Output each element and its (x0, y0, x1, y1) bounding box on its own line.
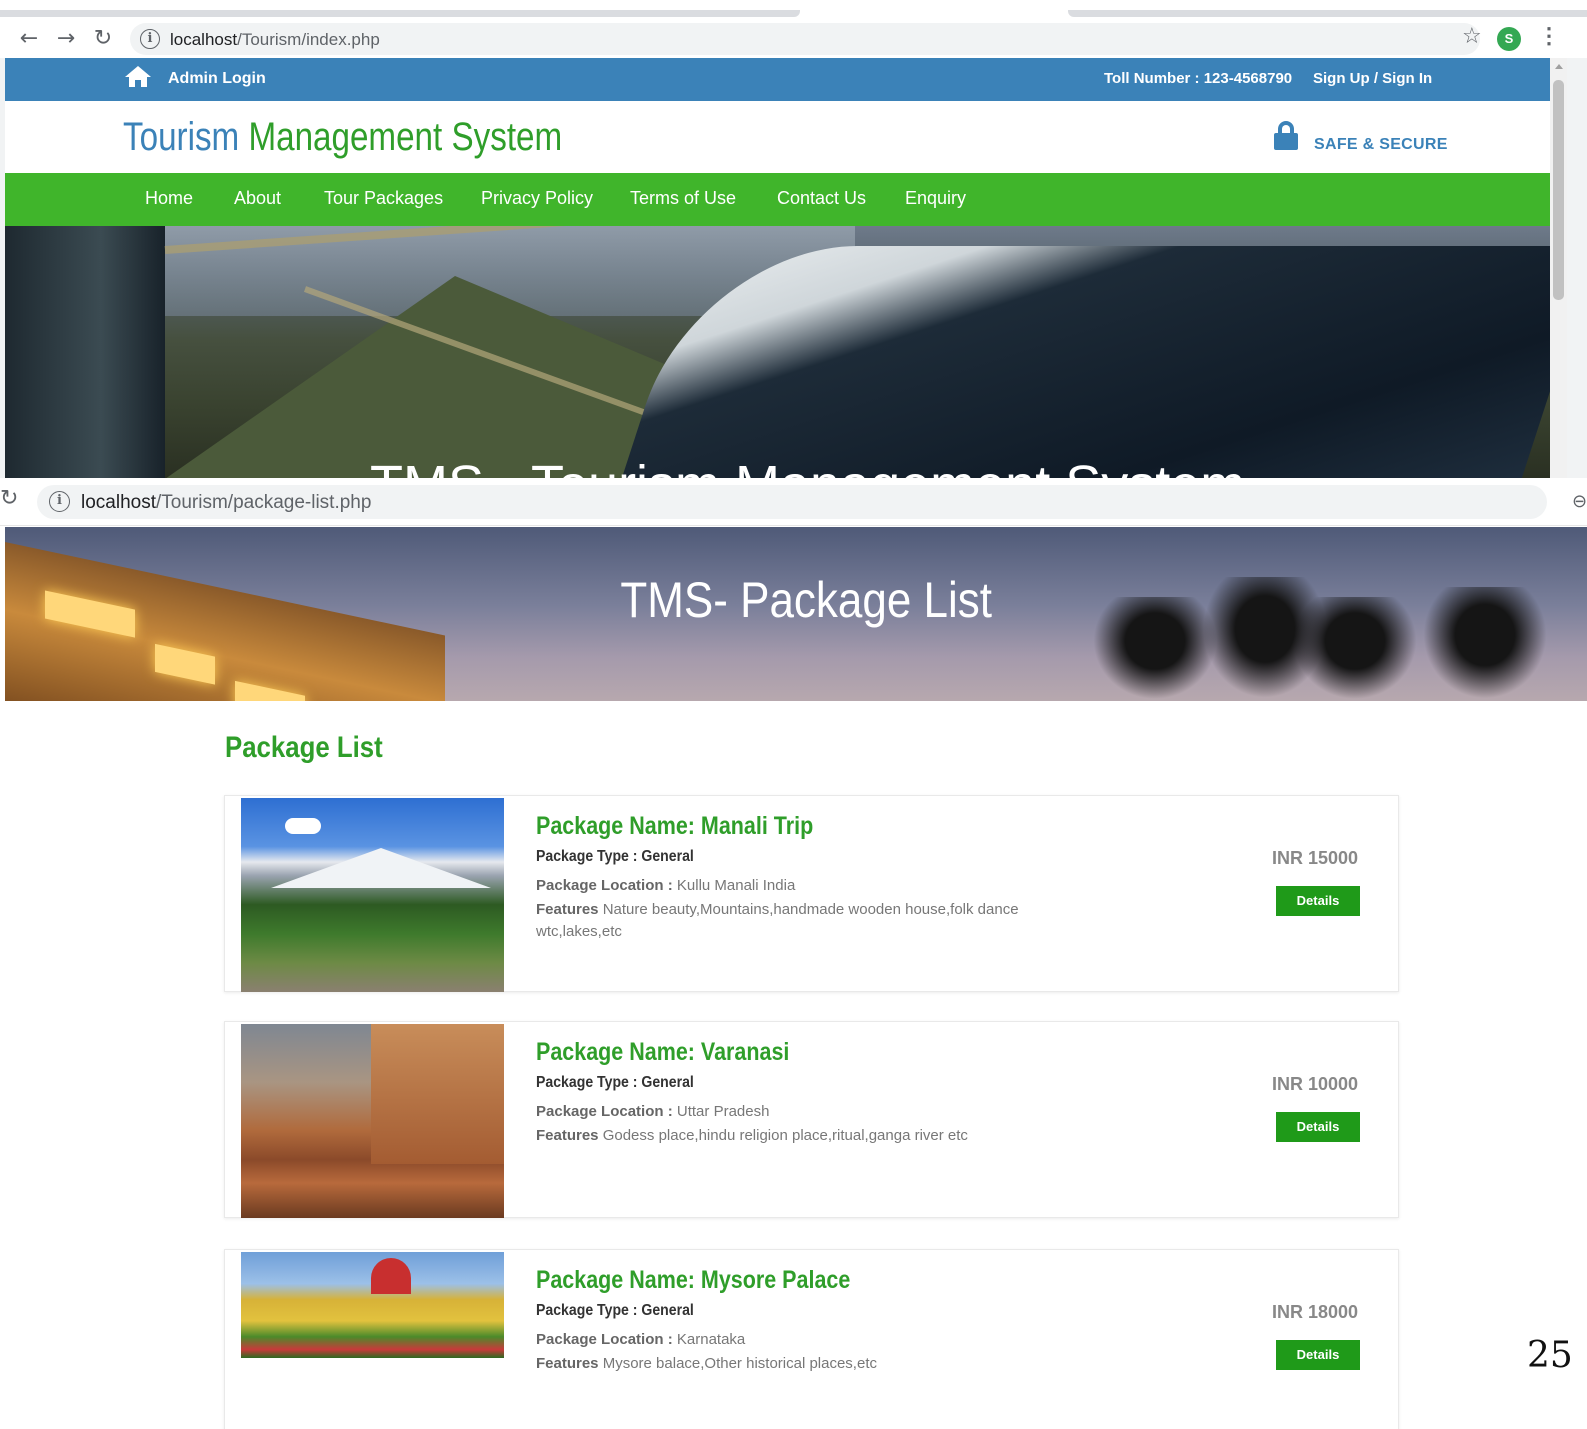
details-button[interactable]: Details (1276, 886, 1360, 916)
reload-icon[interactable]: ↻ (0, 486, 18, 511)
browser-window-index: ← → ↻ i localhost/Tourism/index.php ☆ S … (0, 0, 1587, 478)
browser-toolbar: ← → ↻ i localhost/Tourism/index.php ☆ S … (0, 20, 1587, 58)
reload-icon[interactable]: ↻ (90, 26, 116, 52)
index-page-viewport: Admin Login Toll Number : 123-4568790 Si… (5, 58, 1550, 478)
tab-strip (0, 0, 1587, 20)
package-features: Features Godess place,hindu religion pla… (536, 1127, 968, 1144)
package-thumbnail[interactable] (241, 1252, 504, 1358)
header-top-bar: Admin Login Toll Number : 123-4568790 Si… (5, 58, 1550, 101)
home-icon[interactable] (125, 66, 151, 88)
forward-arrow-icon[interactable]: → (53, 26, 79, 52)
admin-login-link[interactable]: Admin Login (168, 70, 266, 88)
package-list-banner: TMS- Package List (5, 527, 1587, 701)
hero-banner-image: TMS - Tourism Management System (5, 226, 1550, 478)
back-arrow-icon[interactable]: ← (16, 26, 42, 52)
nav-terms-of-use[interactable]: Terms of Use (630, 188, 736, 209)
nav-privacy-policy[interactable]: Privacy Policy (481, 188, 593, 209)
package-location: Package Location : Kullu Manali India (536, 877, 796, 894)
tab-inactive[interactable] (1068, 10, 1587, 17)
address-bar[interactable]: i localhost/Tourism/package-list.php (37, 485, 1547, 519)
package-price: INR 10000 (1272, 1074, 1359, 1094)
browser-toolbar: ↻ i localhost/Tourism/package-list.php ⊖ (0, 478, 1587, 526)
scrollbar[interactable] (1550, 58, 1567, 478)
browser-window-package-list: ↻ i localhost/Tourism/package-list.php ⊖… (0, 478, 1587, 1429)
details-button[interactable]: Details (1276, 1112, 1360, 1142)
package-name[interactable]: Package Name: Manali Trip (536, 812, 813, 841)
site-info-icon[interactable]: i (140, 29, 160, 49)
profile-avatar[interactable]: S (1497, 27, 1521, 51)
package-price: INR 15000 (1272, 848, 1359, 868)
package-card: Package Name: Varanasi Package Type : Ge… (224, 1021, 1399, 1218)
signup-signin-link[interactable]: Sign Up / Sign In (1313, 70, 1432, 87)
brand-row: Tourism Management System SAFE & SECURE (5, 101, 1550, 173)
lock-icon (1274, 121, 1298, 151)
package-type: Package Type : General (536, 1074, 694, 1091)
package-type: Package Type : General (536, 1302, 694, 1319)
main-nav: Home About Tour Packages Privacy Policy … (5, 173, 1550, 226)
package-name[interactable]: Package Name: Mysore Palace (536, 1266, 850, 1295)
package-location: Package Location : Karnataka (536, 1331, 746, 1348)
details-button[interactable]: Details (1276, 1340, 1360, 1370)
package-location: Package Location : Uttar Pradesh (536, 1103, 770, 1120)
site-info-icon[interactable]: i (49, 491, 70, 512)
safe-secure-label: SAFE & SECURE (1314, 136, 1448, 153)
package-name[interactable]: Package Name: Varanasi (536, 1038, 789, 1067)
address-bar[interactable]: i localhost/Tourism/index.php (130, 23, 1480, 55)
address-url[interactable]: localhost/Tourism/index.php (170, 30, 380, 50)
nav-enquiry[interactable]: Enquiry (905, 188, 966, 209)
nav-home[interactable]: Home (145, 188, 193, 209)
banner-title: TMS- Package List (620, 572, 993, 628)
site-logo-title[interactable]: Tourism Management System (123, 115, 562, 160)
document-page: ← → ↻ i localhost/Tourism/index.php ☆ S … (0, 0, 1587, 1429)
section-title: Package List (225, 731, 383, 764)
package-type: Package Type : General (536, 848, 694, 865)
zoom-icon[interactable]: ⊖ (1572, 491, 1587, 512)
package-thumbnail[interactable] (241, 1024, 504, 1218)
package-features: Features Mysore balace,Other historical … (536, 1355, 877, 1372)
tab-active[interactable] (0, 10, 800, 17)
scrollbar-thumb[interactable] (1553, 80, 1564, 300)
bookmark-star-icon[interactable]: ☆ (1462, 24, 1482, 49)
hero-title: TMS - Tourism Management System (370, 454, 1245, 478)
nav-contact-us[interactable]: Contact Us (777, 188, 866, 209)
package-features: Features Nature beauty,Mountains,handmad… (536, 901, 1019, 940)
package-price: INR 18000 (1272, 1302, 1359, 1322)
package-card: Package Name: Mysore Palace Package Type… (224, 1249, 1399, 1429)
menu-kebab-icon[interactable]: ⋮ (1538, 23, 1560, 49)
page-number: 25 (1527, 1335, 1573, 1376)
nav-about[interactable]: About (234, 188, 281, 209)
toll-number: Toll Number : 123-4568790 (1104, 70, 1293, 87)
package-thumbnail[interactable] (241, 798, 504, 992)
package-card: Package Name: Manali Trip Package Type :… (224, 795, 1399, 992)
address-url[interactable]: localhost/Tourism/package-list.php (81, 492, 371, 514)
nav-tour-packages[interactable]: Tour Packages (324, 188, 443, 209)
